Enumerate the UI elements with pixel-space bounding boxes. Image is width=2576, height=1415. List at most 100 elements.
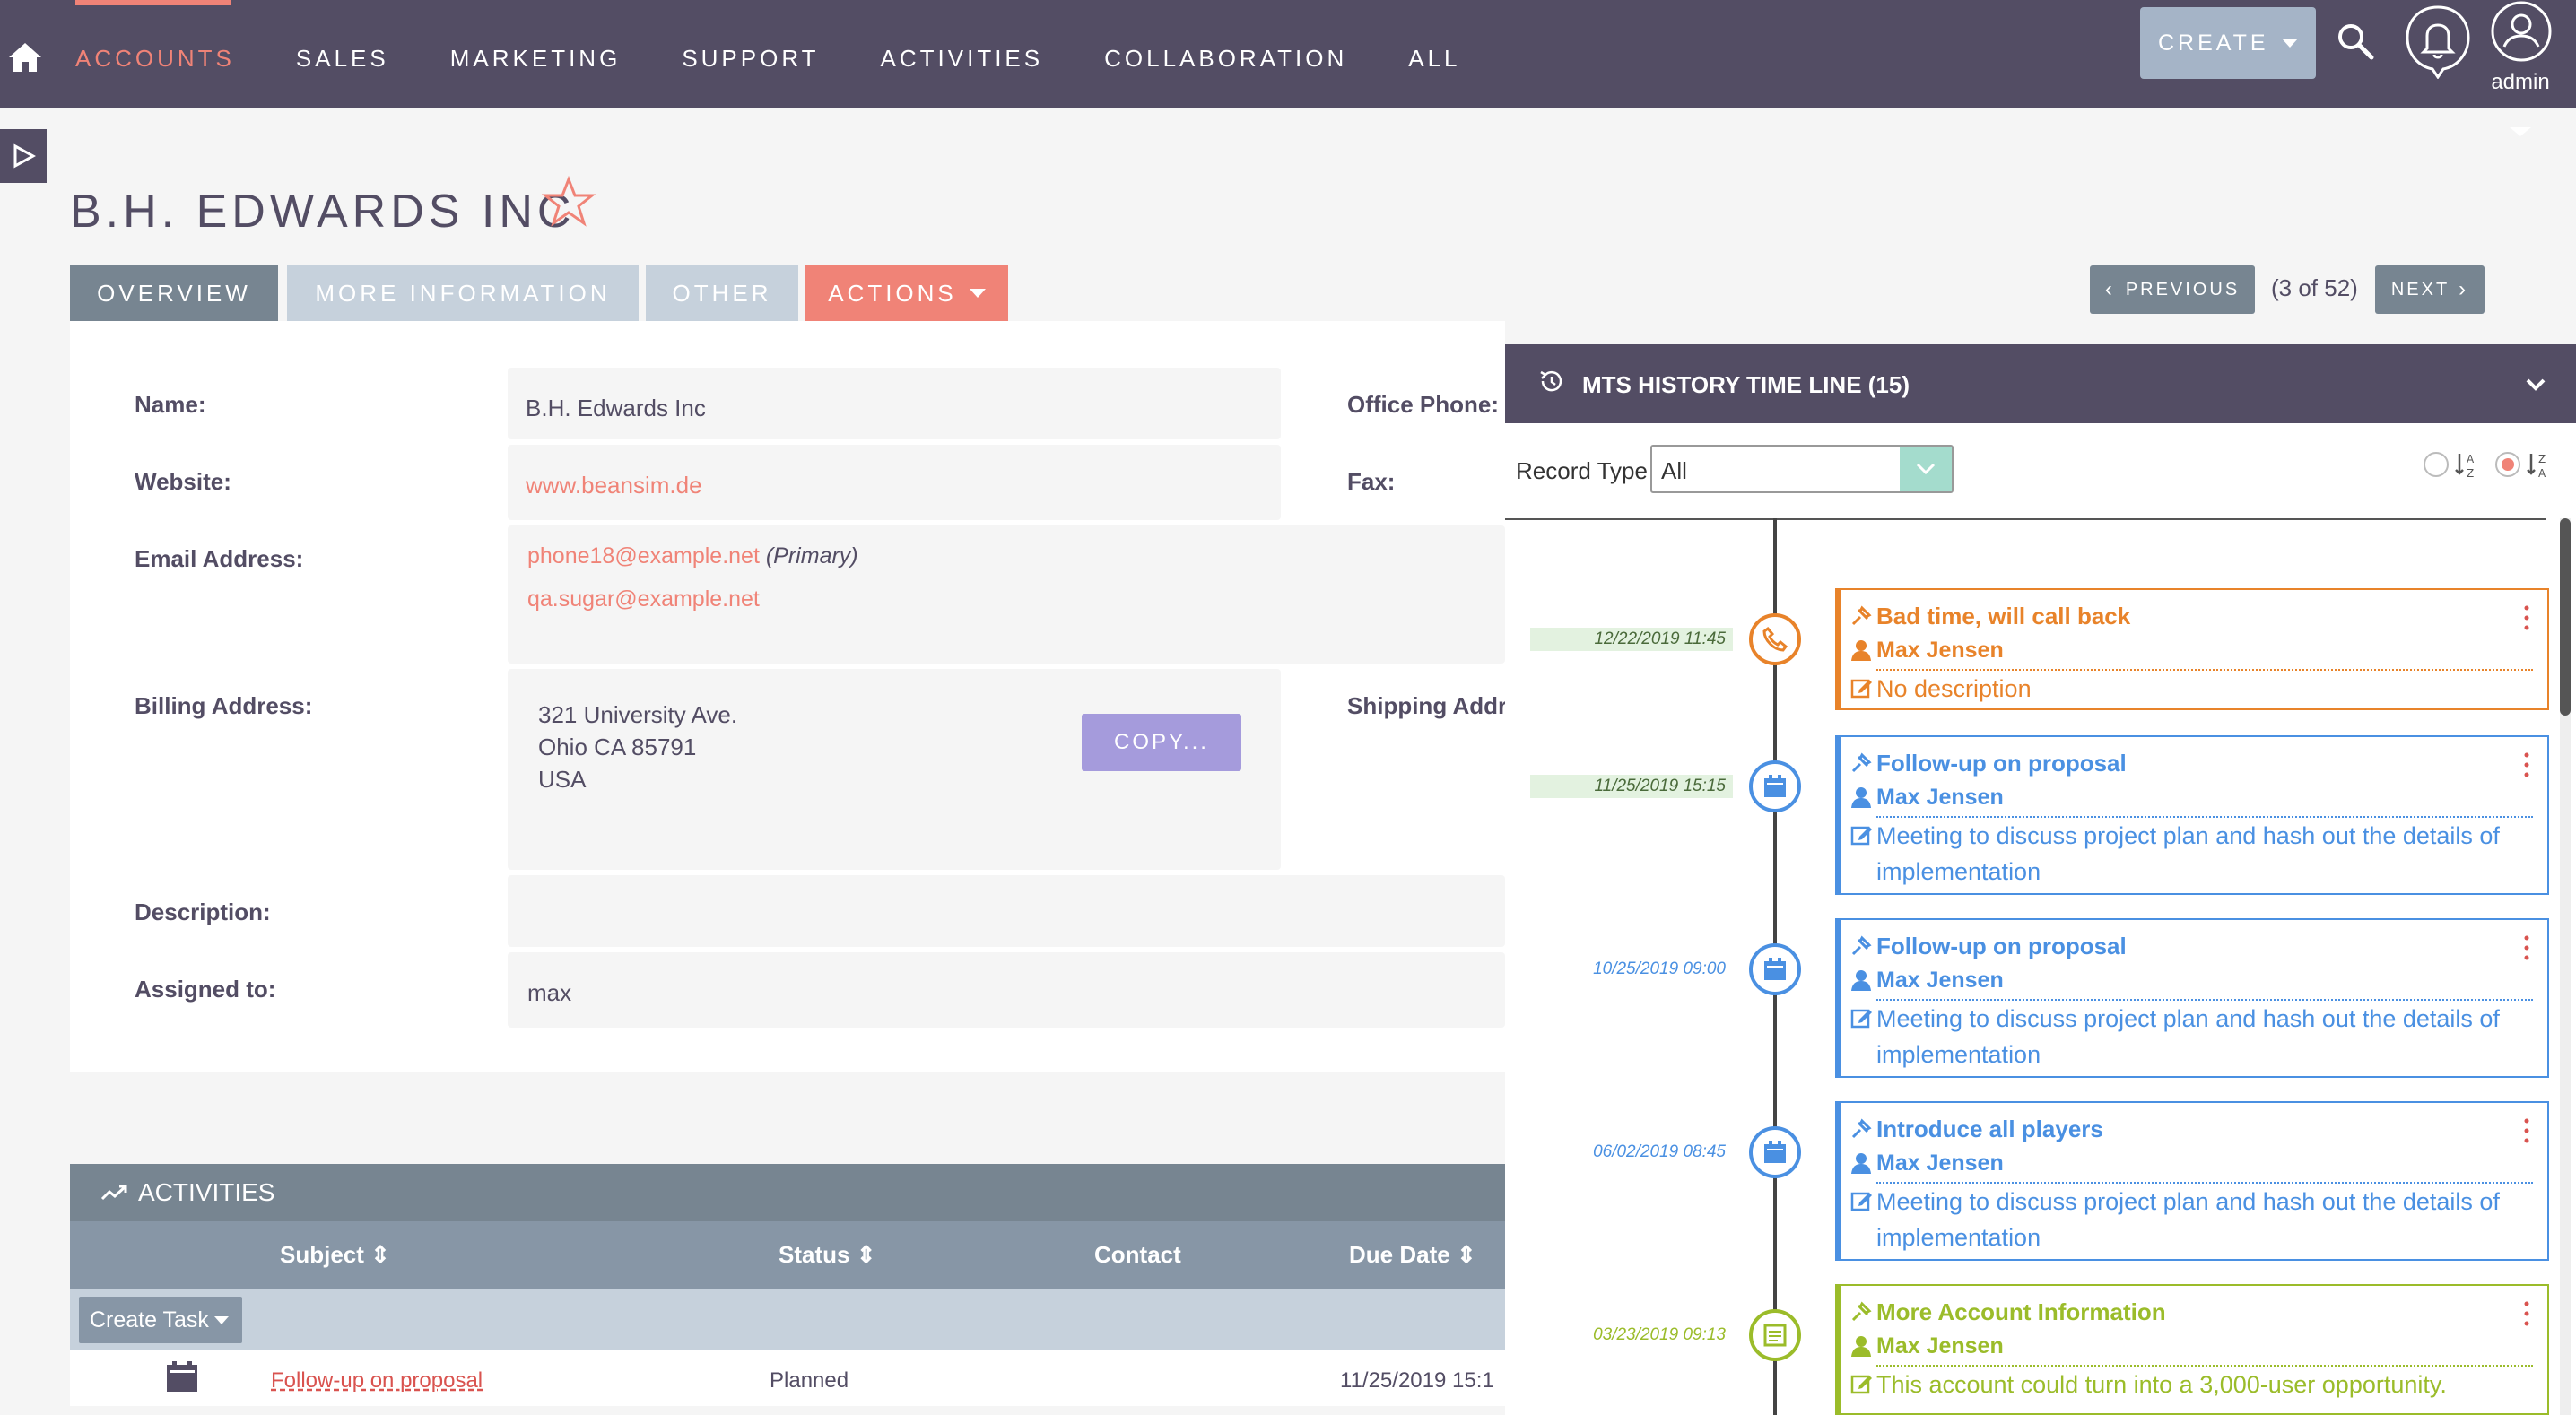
timeline-entry-subject[interactable]: Introduce all players bbox=[1851, 1112, 2533, 1146]
nav-item-sales[interactable]: SALES bbox=[296, 43, 389, 74]
user-icon bbox=[1851, 970, 1871, 991]
chevron-down-icon bbox=[2281, 39, 2298, 48]
user-name[interactable]: admin bbox=[2485, 70, 2556, 95]
column-due-date[interactable]: Due Date ⇕ bbox=[1349, 1241, 1476, 1269]
next-record-button[interactable]: NEXT › bbox=[2375, 265, 2485, 314]
name-value: B.H. Edwards Inc bbox=[526, 395, 706, 421]
website-link[interactable]: www.beansim.de bbox=[526, 472, 702, 499]
previous-record-button[interactable]: ‹ PREVIOUS bbox=[2090, 265, 2255, 314]
timeline-entry-card[interactable]: Follow-up on proposal Max Jensen Meeting t… bbox=[1835, 918, 2549, 1078]
timeline-entry-subject[interactable]: Bad time, will call back bbox=[1851, 599, 2533, 633]
more-options-icon[interactable] bbox=[2524, 1117, 2529, 1144]
timeline-entry-user-row: Max Jensen bbox=[1851, 633, 2533, 671]
column-subject[interactable]: Subject ⇕ bbox=[280, 1241, 390, 1269]
sidebar-toggle-button[interactable] bbox=[0, 129, 47, 183]
email-label: Email Address: bbox=[135, 545, 304, 572]
timeline-entry-subject[interactable]: More Account Information bbox=[1851, 1295, 2533, 1329]
timeline-entry-subject[interactable]: Follow-up on proposal bbox=[1851, 746, 2533, 780]
timeline-entry-marker bbox=[1749, 943, 1801, 995]
timeline-entry-card[interactable]: Follow-up on proposal Max Jensen Meeting t… bbox=[1835, 735, 2549, 895]
timeline-entry-subject-text: Follow-up on proposal bbox=[1876, 750, 2127, 777]
history-timeline-header[interactable]: MTS HISTORY TIME LINE (15) bbox=[1505, 344, 2576, 423]
activities-column-headers: Subject ⇕ Status ⇕ Contact Due Date ⇕ bbox=[70, 1221, 1505, 1289]
timeline-entry-user[interactable]: Max Jensen bbox=[1876, 780, 2533, 818]
assigned-to-label: Assigned to: bbox=[135, 976, 276, 1003]
notification-bell-icon[interactable] bbox=[2404, 4, 2472, 79]
tab-overview[interactable]: OVERVIEW bbox=[70, 265, 278, 321]
billing-line3: USA bbox=[538, 766, 587, 793]
record-type-dropdown-button[interactable] bbox=[1900, 447, 1952, 491]
create-task-button[interactable]: Create Task bbox=[79, 1297, 242, 1343]
nav-item-marketing[interactable]: MARKETING bbox=[450, 43, 622, 74]
timeline-entry-user[interactable]: Max Jensen bbox=[1876, 1329, 2533, 1367]
timeline-entry-user[interactable]: Max Jensen bbox=[1876, 1146, 2533, 1184]
timeline-scrollbar-thumb[interactable] bbox=[2560, 518, 2571, 716]
timeline-entry-user-row: Max Jensen bbox=[1851, 963, 2533, 1001]
assigned-to-field bbox=[508, 952, 1505, 1028]
timeline-entry-card[interactable]: Introduce all players Max Jensen Meeting t… bbox=[1835, 1101, 2549, 1261]
activities-subpanel-header[interactable]: ACTIVITIES bbox=[70, 1164, 1505, 1221]
chevron-down-icon bbox=[1916, 463, 1936, 475]
nav-menu: ACCOUNTS SALES MARKETING SUPPORT ACTIVIT… bbox=[75, 43, 1522, 74]
create-button[interactable]: CREATE bbox=[2140, 7, 2316, 79]
column-status[interactable]: Status ⇕ bbox=[779, 1241, 876, 1269]
email-primary-row: phone18@example.net (Primary) bbox=[527, 543, 858, 569]
nav-item-accounts[interactable]: ACCOUNTS bbox=[75, 43, 235, 74]
previous-label: PREVIOUS bbox=[2125, 279, 2241, 299]
note-icon bbox=[1763, 1324, 1787, 1347]
email-primary-link[interactable]: phone18@example.net bbox=[527, 543, 760, 569]
user-menu-caret-icon[interactable] bbox=[2510, 127, 2531, 136]
tab-more-information[interactable]: MORE INFORMATION bbox=[287, 265, 639, 321]
tab-actions[interactable]: ACTIONS bbox=[805, 265, 1008, 321]
timeline-entry-card[interactable]: More Account Information Max Jensen This a… bbox=[1835, 1284, 2549, 1415]
timeline-entry-card[interactable]: Bad time, will call back Max Jensen No des… bbox=[1835, 588, 2549, 710]
office-phone-label: Office Phone: bbox=[1347, 391, 1500, 418]
search-icon[interactable] bbox=[2336, 22, 2375, 61]
name-label: Name: bbox=[135, 391, 206, 418]
sort-descending-radio[interactable]: Z A bbox=[2493, 448, 2553, 481]
description-label: Description: bbox=[135, 898, 271, 925]
email-secondary-link[interactable]: qa.sugar@example.net bbox=[527, 586, 760, 612]
timeline-entry-user[interactable]: Max Jensen bbox=[1876, 633, 2533, 671]
chevron-left-icon: ‹ bbox=[2104, 277, 2115, 301]
nav-item-activities[interactable]: ACTIVITIES bbox=[881, 43, 1044, 74]
tab-other[interactable]: OTHER bbox=[646, 265, 798, 321]
email-primary-tag: (Primary) bbox=[765, 543, 858, 569]
timeline-entry-user[interactable]: Max Jensen bbox=[1876, 963, 2533, 1001]
copy-address-button[interactable]: COPY... bbox=[1082, 714, 1241, 771]
sort-ascending-radio[interactable]: A Z bbox=[2422, 448, 2481, 481]
page-title: B.H. EDWARDS INC bbox=[70, 186, 576, 238]
nav-item-support[interactable]: SUPPORT bbox=[682, 43, 819, 74]
timeline-entry-subject-text: Introduce all players bbox=[1876, 1116, 2103, 1142]
timeline-entry-subject[interactable]: Follow-up on proposal bbox=[1851, 929, 2533, 963]
timeline-entry-description: Meeting to discuss project plan and hash… bbox=[1850, 1184, 2533, 1255]
assigned-to-value: max bbox=[527, 979, 572, 1006]
column-contact[interactable]: Contact bbox=[1094, 1241, 1181, 1269]
chevron-right-icon: › bbox=[2459, 277, 2469, 301]
timeline-entry-date: 06/02/2019 08:45 bbox=[1593, 1142, 1726, 1161]
timeline-entry-date: 03/23/2019 09:13 bbox=[1593, 1325, 1726, 1344]
tab-actions-label: ACTIONS bbox=[828, 279, 957, 307]
user-icon bbox=[1851, 1153, 1871, 1174]
create-task-label: Create Task bbox=[90, 1306, 209, 1333]
more-options-icon[interactable] bbox=[2524, 751, 2529, 778]
timeline-entry-description: Meeting to discuss project plan and hash… bbox=[1850, 1001, 2533, 1072]
activity-chart-icon bbox=[100, 1185, 127, 1201]
more-options-icon[interactable] bbox=[2524, 934, 2529, 961]
more-options-icon[interactable] bbox=[2524, 604, 2529, 631]
timeline-entry-description: No description bbox=[1850, 671, 2533, 707]
svg-text:A: A bbox=[2467, 453, 2475, 465]
timeline-entry-marker bbox=[1749, 760, 1801, 812]
chevron-down-icon[interactable] bbox=[2524, 373, 2547, 396]
nav-item-all[interactable]: ALL bbox=[1408, 43, 1460, 74]
billing-address-label: Billing Address: bbox=[135, 692, 313, 719]
user-avatar-icon[interactable] bbox=[2490, 0, 2553, 63]
timeline-entry-description-text: This account could turn into a 3,000-use… bbox=[1876, 1371, 2447, 1398]
favorite-star-icon[interactable] bbox=[542, 176, 596, 230]
history-timeline-title: MTS HISTORY TIME LINE (15) bbox=[1582, 371, 1910, 398]
activity-subject-link[interactable]: Follow-up on proposal bbox=[271, 1368, 483, 1393]
more-options-icon[interactable] bbox=[2524, 1300, 2529, 1327]
timeline-entry-subject-text: Follow-up on proposal bbox=[1876, 933, 2127, 959]
nav-item-collaboration[interactable]: COLLABORATION bbox=[1104, 43, 1347, 74]
home-icon[interactable] bbox=[7, 39, 43, 75]
